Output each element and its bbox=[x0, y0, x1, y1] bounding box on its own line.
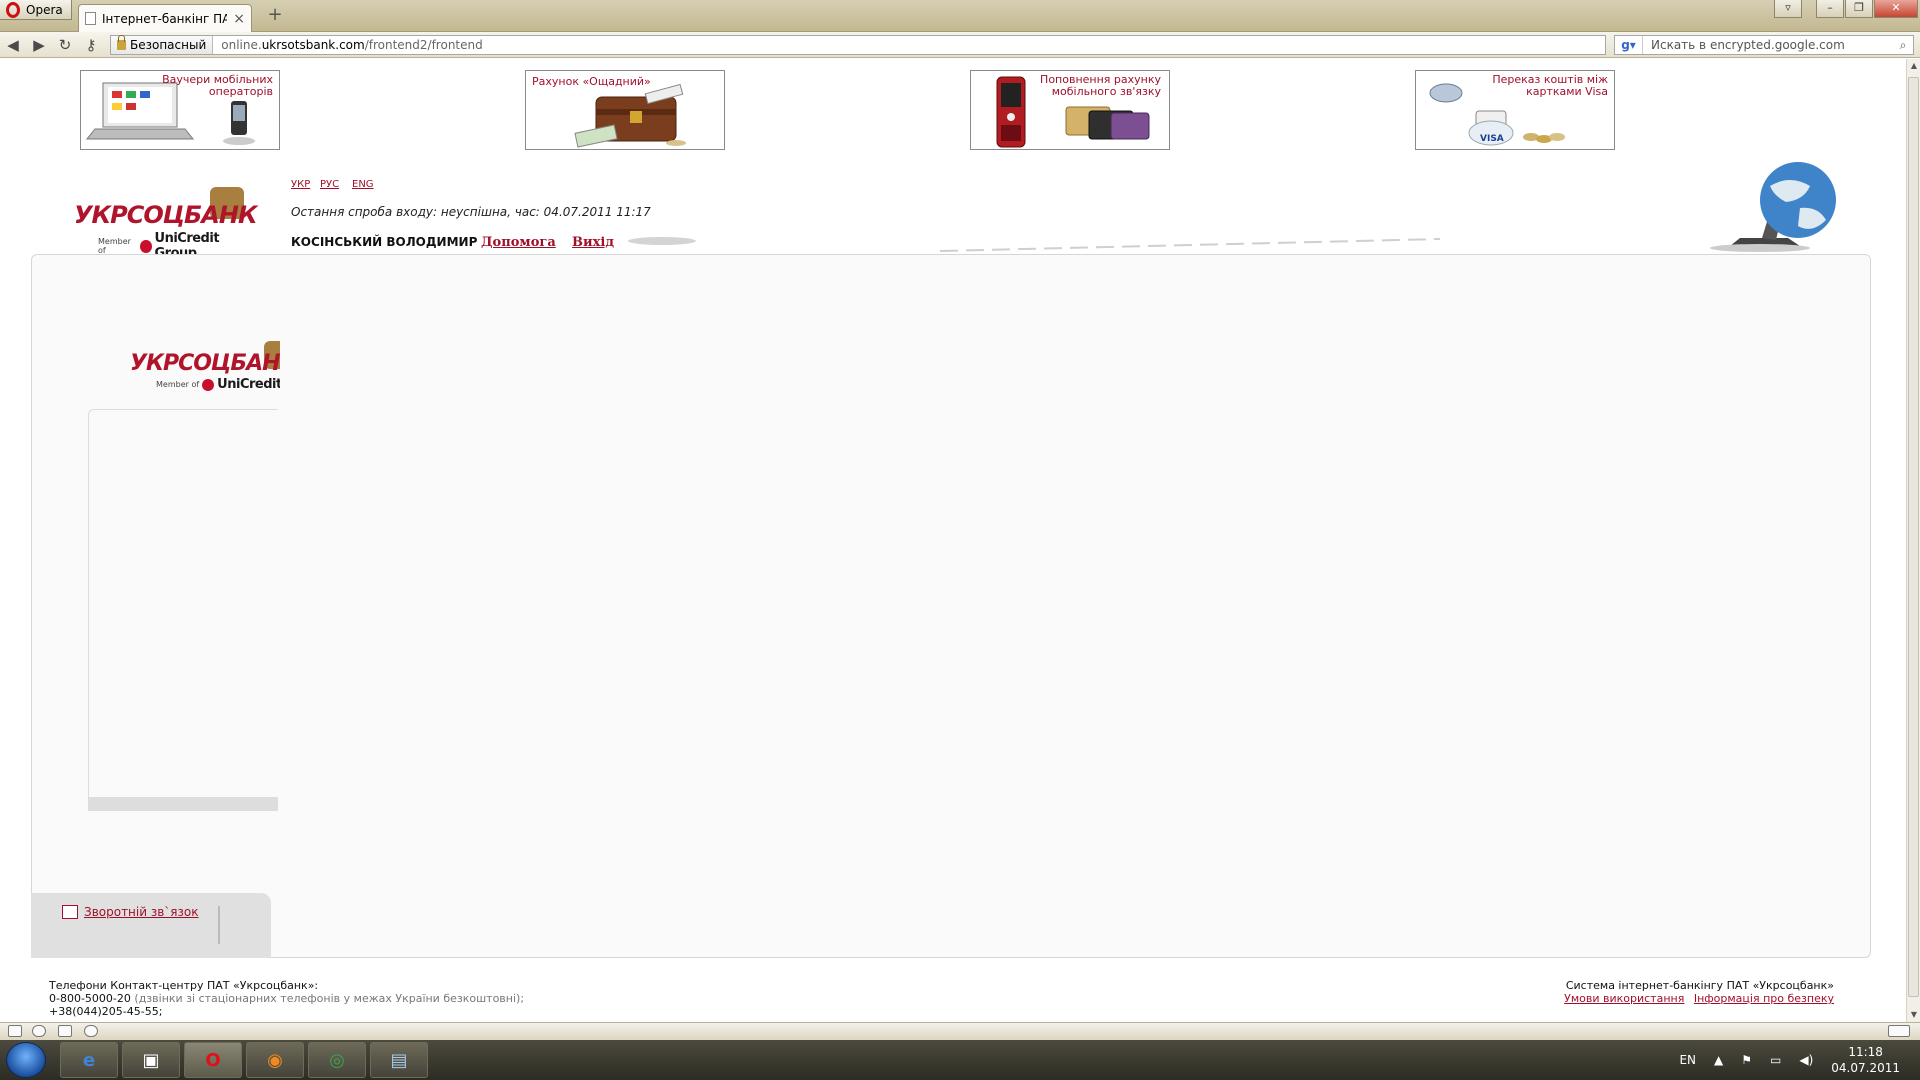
banner-mobile-topup[interactable]: Поповнення рахунку мобільного зв'язку bbox=[970, 70, 1170, 150]
clock-time: 11:18 bbox=[1848, 1045, 1883, 1059]
banner-savings-account[interactable]: Рахунок «Ощадний» bbox=[525, 70, 725, 150]
globe-laptop-icon bbox=[1710, 162, 1836, 252]
feedback-icon bbox=[62, 905, 78, 919]
search-input[interactable]: Искать в encrypted.google.com bbox=[1643, 38, 1893, 52]
firefox-icon[interactable]: ◉ bbox=[246, 1042, 304, 1078]
close-tab-icon[interactable]: × bbox=[233, 11, 245, 27]
page-scrollbar[interactable]: ▲ ▼ bbox=[1906, 59, 1920, 1022]
opera-menu-button[interactable]: Opera bbox=[0, 0, 72, 20]
volume-icon[interactable]: ◀) bbox=[1799, 1053, 1813, 1067]
clock[interactable]: 11:18 04.07.2011 bbox=[1831, 1044, 1900, 1076]
tray-expand-icon[interactable]: ▲ bbox=[1714, 1053, 1723, 1067]
system-info: Система інтернет-банкінгу ПАТ «Укрсоцбан… bbox=[1558, 979, 1834, 1005]
unicredit-icon bbox=[139, 239, 152, 253]
feedback-label: Зворотній зв`язок bbox=[84, 905, 199, 919]
banner-savings-account-text: Рахунок «Ощадний» bbox=[532, 75, 651, 88]
key-icon[interactable]: ⚷ bbox=[82, 36, 100, 54]
contact-info: Телефони Контакт-центру ПАТ «Укрсоцбанк»… bbox=[49, 979, 524, 1018]
terms-link[interactable]: Умови використання bbox=[1564, 992, 1684, 1005]
system-tray: EN ▲ ⚑ ▭ ◀) 11:18 04.07.2011 bbox=[1679, 1040, 1920, 1080]
logo-member-text: Member of bbox=[98, 237, 131, 255]
banner-visa-transfer-text: Переказ коштів між картками Visa bbox=[1492, 73, 1608, 98]
main-content-area bbox=[31, 254, 1871, 958]
sidebar-bottom-panel bbox=[31, 893, 271, 958]
search-box[interactable]: g▾ Искать в encrypted.google.com ⌕ bbox=[1614, 35, 1914, 55]
back-button[interactable]: ◀ bbox=[4, 36, 22, 54]
internet-explorer-icon[interactable]: e bbox=[60, 1042, 118, 1078]
close-window-button[interactable]: ✕ bbox=[1874, 0, 1918, 18]
lock-icon bbox=[117, 35, 126, 50]
secure-label: Безопасный bbox=[130, 38, 207, 52]
banner-mobile-topup-text: Поповнення рахунку мобільного зв'язку bbox=[1040, 73, 1161, 98]
trash-icon[interactable]: ▿ bbox=[1774, 0, 1802, 18]
lang-ukr-link[interactable]: УКР bbox=[291, 179, 310, 190]
address-bar[interactable]: Безопасный online.ukrsotsbank.com/fronte… bbox=[110, 35, 1606, 55]
chrome-icon[interactable]: ◎ bbox=[308, 1042, 366, 1078]
bank-logo[interactable]: УКРСОЦБАНК Member of UniCredit Group bbox=[74, 187, 258, 261]
last-login-info: Остання спроба входу: неуспішна, час: 04… bbox=[291, 205, 651, 219]
reload-button[interactable]: ↻ bbox=[56, 36, 74, 54]
view-options-icon[interactable] bbox=[1888, 1025, 1910, 1037]
contact-title: Телефони Контакт-центру ПАТ «Укрсоцбанк»… bbox=[49, 979, 319, 992]
url-text[interactable]: online.ukrsotsbank.com/frontend2/fronten… bbox=[213, 38, 482, 52]
network-icon[interactable]: ▭ bbox=[1770, 1053, 1781, 1067]
scroll-down-arrow-icon[interactable]: ▼ bbox=[1907, 1008, 1920, 1022]
tab-title: Інтернет-банкінг ПАТ... bbox=[102, 11, 228, 26]
system-title: Система інтернет-банкінгу ПАТ «Укрсоцбан… bbox=[1565, 979, 1834, 992]
phone-primary: 0-800-5000-20 bbox=[49, 992, 131, 1005]
forward-button[interactable]: ▶ bbox=[30, 36, 48, 54]
address-toolbar: ◀ ▶ ↻ ⚷ Безопасный online.ukrsotsbank.co… bbox=[0, 32, 1920, 58]
inner-frame-scrollbar[interactable] bbox=[88, 797, 278, 811]
svg-text:VISA: VISA bbox=[1480, 134, 1504, 144]
browser-tab[interactable]: Інтернет-банкінг ПАТ... × bbox=[78, 4, 252, 32]
scroll-up-arrow-icon[interactable]: ▲ bbox=[1907, 59, 1920, 73]
page-viewport: Ваучери мобільних операторів Рахунок «Оща… bbox=[0, 59, 1906, 1022]
phone-primary-note: (дзвінки зі стаціонарних телефонів у меж… bbox=[130, 992, 525, 1005]
inner-logo-group-text: UniCredit G bbox=[217, 377, 280, 392]
phone-secondary: +38(044)205-45-55; bbox=[49, 1005, 163, 1018]
search-icon[interactable]: ⌕ bbox=[1893, 38, 1913, 53]
unite-icon[interactable] bbox=[32, 1025, 46, 1037]
inner-frame-panel bbox=[88, 409, 278, 797]
browser-title-bar: Opera Інтернет-банкінг ПАТ... × + ▿ – ❐ … bbox=[0, 0, 1920, 32]
inner-bank-logo: УКРСОЦБАНК Member of UniCredit G bbox=[130, 341, 280, 401]
header-swoosh-decoration bbox=[628, 237, 1441, 252]
logo-wordmark: УКРСОЦБАНК bbox=[74, 201, 258, 229]
lang-eng-link[interactable]: ENG bbox=[352, 179, 374, 190]
inner-unicredit-icon bbox=[202, 378, 215, 391]
opera-menu-label: Opera bbox=[26, 2, 63, 17]
lang-rus-link[interactable]: РУС bbox=[320, 179, 339, 190]
inner-logo-wordmark: УКРСОЦБАНК bbox=[130, 351, 280, 376]
new-tab-button[interactable]: + bbox=[264, 6, 286, 26]
opera-logo-icon bbox=[6, 1, 20, 18]
logout-link[interactable]: Вихід bbox=[572, 235, 614, 250]
file-explorer-icon[interactable]: ▣ bbox=[122, 1042, 180, 1078]
banner-mobile-vouchers-text: Ваучери мобільних операторів bbox=[162, 73, 273, 98]
security-badge[interactable]: Безопасный bbox=[111, 35, 214, 54]
opera-taskbar-icon[interactable]: O bbox=[184, 1042, 242, 1078]
scrollbar-thumb[interactable] bbox=[1908, 77, 1919, 997]
windows-taskbar: e ▣ O ◉ ◎ ▤ EN ▲ ⚑ ▭ ◀) 11:18 04.07.2011 bbox=[0, 1040, 1920, 1080]
banner-mobile-vouchers[interactable]: Ваучери мобільних операторів bbox=[80, 70, 280, 150]
help-link[interactable]: Допомога bbox=[481, 235, 556, 250]
google-icon[interactable]: g▾ bbox=[1615, 36, 1643, 54]
inner-logo-member-text: Member of bbox=[156, 380, 200, 389]
page-icon bbox=[85, 12, 96, 25]
start-button[interactable] bbox=[6, 1042, 46, 1078]
sidebar-divider bbox=[218, 906, 220, 944]
security-info-link[interactable]: Інформація про безпеку bbox=[1694, 992, 1834, 1005]
restore-button[interactable]: ❐ bbox=[1845, 0, 1873, 18]
action-center-icon[interactable]: ⚑ bbox=[1741, 1053, 1752, 1067]
feedback-link[interactable]: Зворотній зв`язок bbox=[62, 905, 199, 919]
turbo-icon[interactable] bbox=[84, 1025, 98, 1037]
panel-toggle-icon[interactable] bbox=[8, 1025, 22, 1037]
remote-desktop-icon[interactable]: ▤ bbox=[370, 1042, 428, 1078]
user-name: КОСІНСЬКИЙ ВОЛОДИМИР bbox=[291, 235, 478, 249]
share-icon[interactable] bbox=[58, 1025, 72, 1037]
minimize-button[interactable]: – bbox=[1816, 0, 1844, 18]
browser-status-bar bbox=[0, 1022, 1920, 1040]
language-indicator[interactable]: EN bbox=[1679, 1053, 1696, 1067]
clock-date: 04.07.2011 bbox=[1831, 1061, 1900, 1075]
banner-visa-transfer[interactable]: VISA Переказ коштів між картками Visa bbox=[1415, 70, 1615, 150]
